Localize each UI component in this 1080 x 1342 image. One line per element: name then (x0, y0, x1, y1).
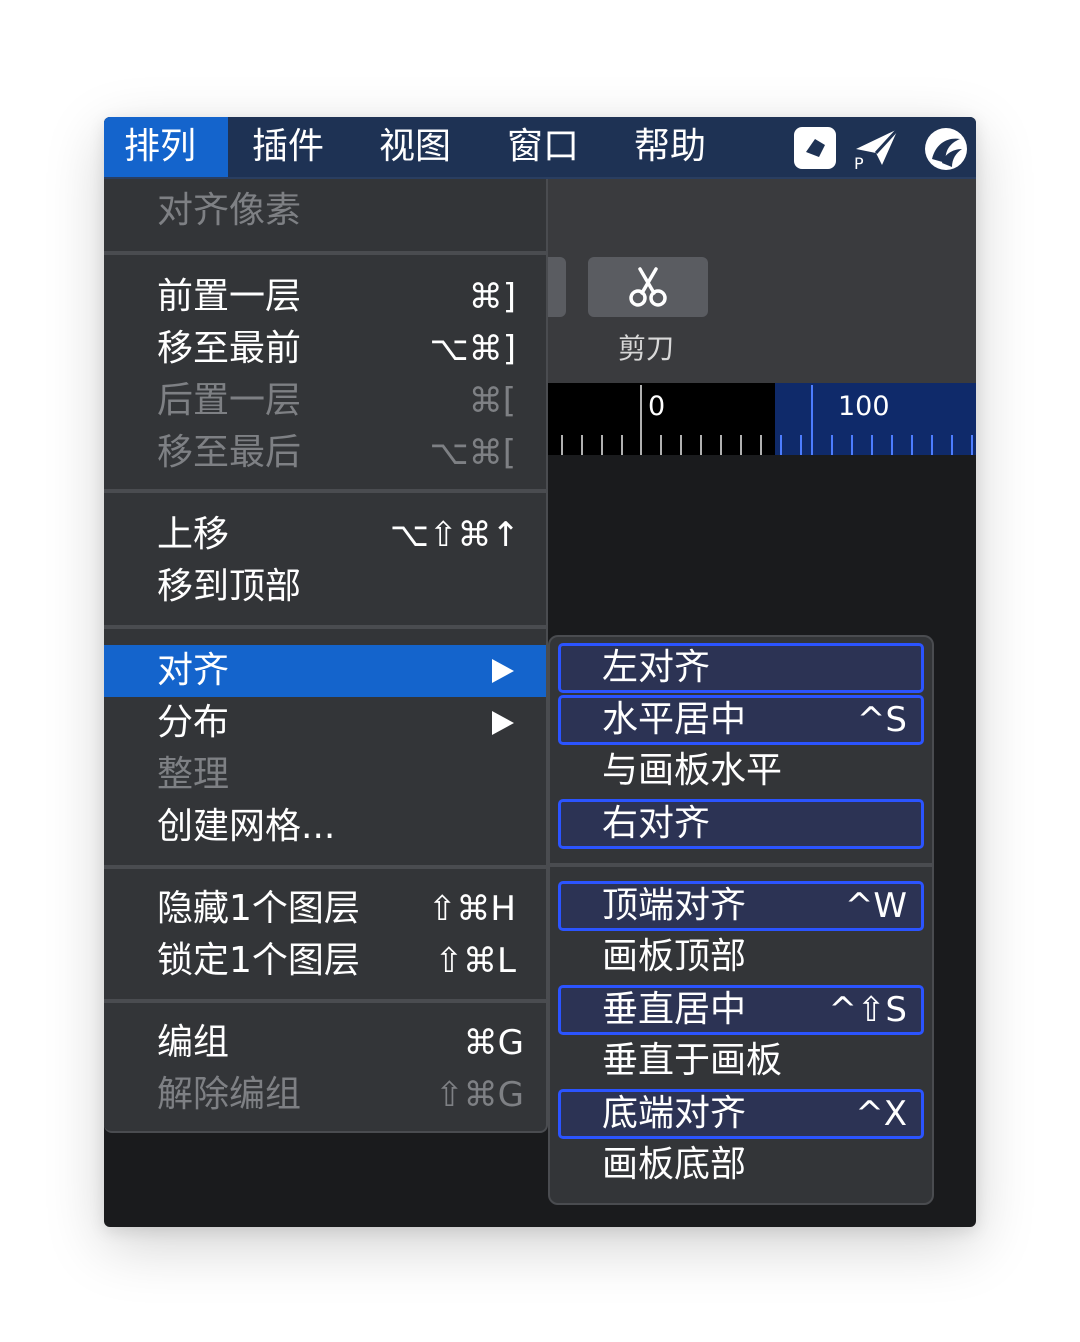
menu-item-shortcut: ⌥⇧⌘↑ (389, 515, 520, 555)
menu-item-send-to-back[interactable]: 移至最后 ⌥⌘[ (104, 427, 546, 479)
ruler-ticks (561, 385, 973, 455)
arrange-menu: 对齐像素 前置一层 ⌘] 移至最前 ⌥⌘] 后置一层 ⌘[ 移至最后 ⌥⌘[ 上… (104, 179, 548, 1133)
submenu-item-shortcut: ^⇧S (828, 990, 907, 1030)
menu-view[interactable]: 视图 (379, 117, 451, 177)
submenu-item-align-right[interactable]: 右对齐 (558, 799, 924, 849)
svg-text:P: P (854, 154, 864, 171)
menu-view-label: 视图 (379, 126, 452, 167)
menu-plugins-label: 插件 (252, 126, 325, 167)
submenu-item-label: 画板顶部 (602, 936, 747, 977)
menu-item-label: 整理 (157, 754, 230, 795)
submenu-item-shortcut: ^S (856, 700, 907, 740)
scissors-icon (629, 267, 667, 307)
menu-item-label: 上移 (157, 514, 230, 555)
menu-item-shortcut: ⌥⌘] (429, 329, 516, 369)
ruler-mark-0: 0 (648, 391, 666, 422)
menu-item-ungroup[interactable]: 解除编组 ⇧⌘G (104, 1069, 546, 1121)
menu-item-label: 创建网格... (157, 806, 336, 847)
ruler-mark-100: 100 (838, 391, 890, 422)
menu-item-label: 移至最后 (157, 432, 302, 473)
menu-plugins[interactable]: 插件 (252, 117, 324, 177)
submenu-item-label: 右对齐 (602, 803, 711, 844)
submenu-item-label: 与画板水平 (602, 750, 783, 791)
menu-item-tidy[interactable]: 整理 (104, 749, 546, 801)
submenu-item-shortcut: ^W (844, 886, 907, 926)
submenu-item-artboard-top[interactable]: 画板顶部 (558, 933, 924, 983)
menu-item-label: 解除编组 (157, 1074, 302, 1115)
menu-item-shortcut: ⌘[ (468, 381, 516, 421)
submenu-item-label: 垂直居中 (602, 989, 747, 1030)
menu-item-shortcut: ⌘G (463, 1023, 524, 1063)
menu-item-align[interactable]: 对齐 (104, 645, 546, 697)
menu-item-label: 移至最前 (157, 328, 302, 369)
menu-arrange-label: 排列 (124, 126, 197, 167)
menu-separator (104, 489, 546, 493)
menu-item-group[interactable]: 编组 ⌘G (104, 1017, 546, 1069)
menu-item-shortcut: ⇧⌘H (427, 889, 516, 929)
menu-item-shortcut: ⌘] (468, 277, 516, 317)
menu-item-label: 编组 (157, 1022, 230, 1063)
submenu-item-center-vertically[interactable]: 垂直居中 ^⇧S (558, 985, 924, 1035)
submenu-item-align-top[interactable]: 顶端对齐 ^W (558, 881, 924, 931)
menu-item-label: 后置一层 (157, 380, 302, 421)
submenu-item-shortcut: ^X (855, 1094, 907, 1134)
paper-plane-pr-icon[interactable]: P (852, 125, 902, 171)
menu-help-label: 帮助 (634, 126, 707, 167)
menu-item-lock-layer[interactable]: 锁定1个图层 ⇧⌘L (104, 935, 546, 987)
menu-item-hide-layer[interactable]: 隐藏1个图层 ⇧⌘H (104, 883, 546, 935)
submenu-item-vertical-to-artboard[interactable]: 垂直于画板 (558, 1037, 924, 1087)
app-window: 排列 插件 视图 窗口 帮助 P 剪刀 0 100 对齐像素 前置一层 ⌘] 移… (104, 117, 976, 1227)
menu-separator (104, 865, 546, 869)
toolbar: 剪刀 (516, 179, 976, 385)
submenu-item-label: 顶端对齐 (602, 885, 747, 926)
submenu-item-horizontal-to-artboard[interactable]: 与画板水平 (558, 747, 924, 797)
submenu-item-align-left[interactable]: 左对齐 (558, 643, 924, 693)
menu-item-create-grid[interactable]: 创建网格... (104, 801, 546, 853)
menu-item-bring-to-front[interactable]: 移至最前 ⌥⌘] (104, 323, 546, 375)
menu-item-shortcut: ⇧⌘G (435, 1075, 524, 1115)
menu-item-move-to-top[interactable]: 移到顶部 (104, 561, 546, 613)
menu-item-send-backward[interactable]: 后置一层 ⌘[ (104, 375, 546, 427)
swirl-logo-icon[interactable] (922, 125, 970, 173)
menu-item-shortcut: ⌥⌘[ (429, 433, 516, 473)
menu-separator (104, 999, 546, 1003)
menu-bar: 排列 插件 视图 窗口 帮助 P (104, 117, 976, 179)
menu-item-bring-forward[interactable]: 前置一层 ⌘] (104, 271, 546, 323)
menu-item-distribute[interactable]: 分布 (104, 697, 546, 749)
menu-window-label: 窗口 (507, 126, 580, 167)
menu-item-align-pixels[interactable]: 对齐像素 (104, 185, 546, 237)
submenu-item-label: 底端对齐 (602, 1093, 747, 1134)
menu-item-move-up[interactable]: 上移 ⌥⇧⌘↑ (104, 509, 546, 561)
menu-item-shortcut: ⇧⌘L (434, 941, 516, 981)
submenu-item-label: 画板底部 (602, 1144, 747, 1185)
menu-arrange[interactable]: 排列 (104, 117, 228, 177)
menu-item-label: 隐藏1个图层 (157, 888, 360, 929)
menu-window[interactable]: 窗口 (507, 117, 579, 177)
menu-item-label: 移到顶部 (157, 566, 302, 607)
sketch-diamond-icon[interactable] (792, 125, 838, 171)
menu-help[interactable]: 帮助 (634, 117, 706, 177)
menu-separator (104, 251, 546, 255)
scissors-button[interactable] (588, 257, 708, 317)
submenu-item-align-bottom[interactable]: 底端对齐 ^X (558, 1089, 924, 1139)
menu-item-label: 对齐像素 (157, 190, 302, 231)
submenu-separator (550, 863, 932, 867)
menu-item-label: 锁定1个图层 (157, 940, 360, 981)
menu-item-label: 对齐 (157, 650, 230, 691)
ruler[interactable]: 0 100 (544, 383, 976, 455)
align-submenu: 左对齐 水平居中 ^S 与画板水平 右对齐 顶端对齐 ^W 画板顶部 垂直居中 … (548, 635, 934, 1205)
submenu-item-label: 水平居中 (602, 699, 747, 740)
submenu-item-artboard-bottom[interactable]: 画板底部 (558, 1141, 924, 1191)
submenu-item-label: 垂直于画板 (602, 1040, 783, 1081)
submenu-arrow-icon (492, 711, 514, 735)
submenu-item-center-horizontally[interactable]: 水平居中 ^S (558, 695, 924, 745)
menu-item-label: 前置一层 (157, 276, 302, 317)
submenu-item-label: 左对齐 (602, 647, 711, 688)
submenu-arrow-icon (492, 659, 514, 683)
menu-item-label: 分布 (157, 702, 230, 743)
scissors-label: 剪刀 (618, 332, 675, 365)
menu-separator (104, 625, 546, 629)
